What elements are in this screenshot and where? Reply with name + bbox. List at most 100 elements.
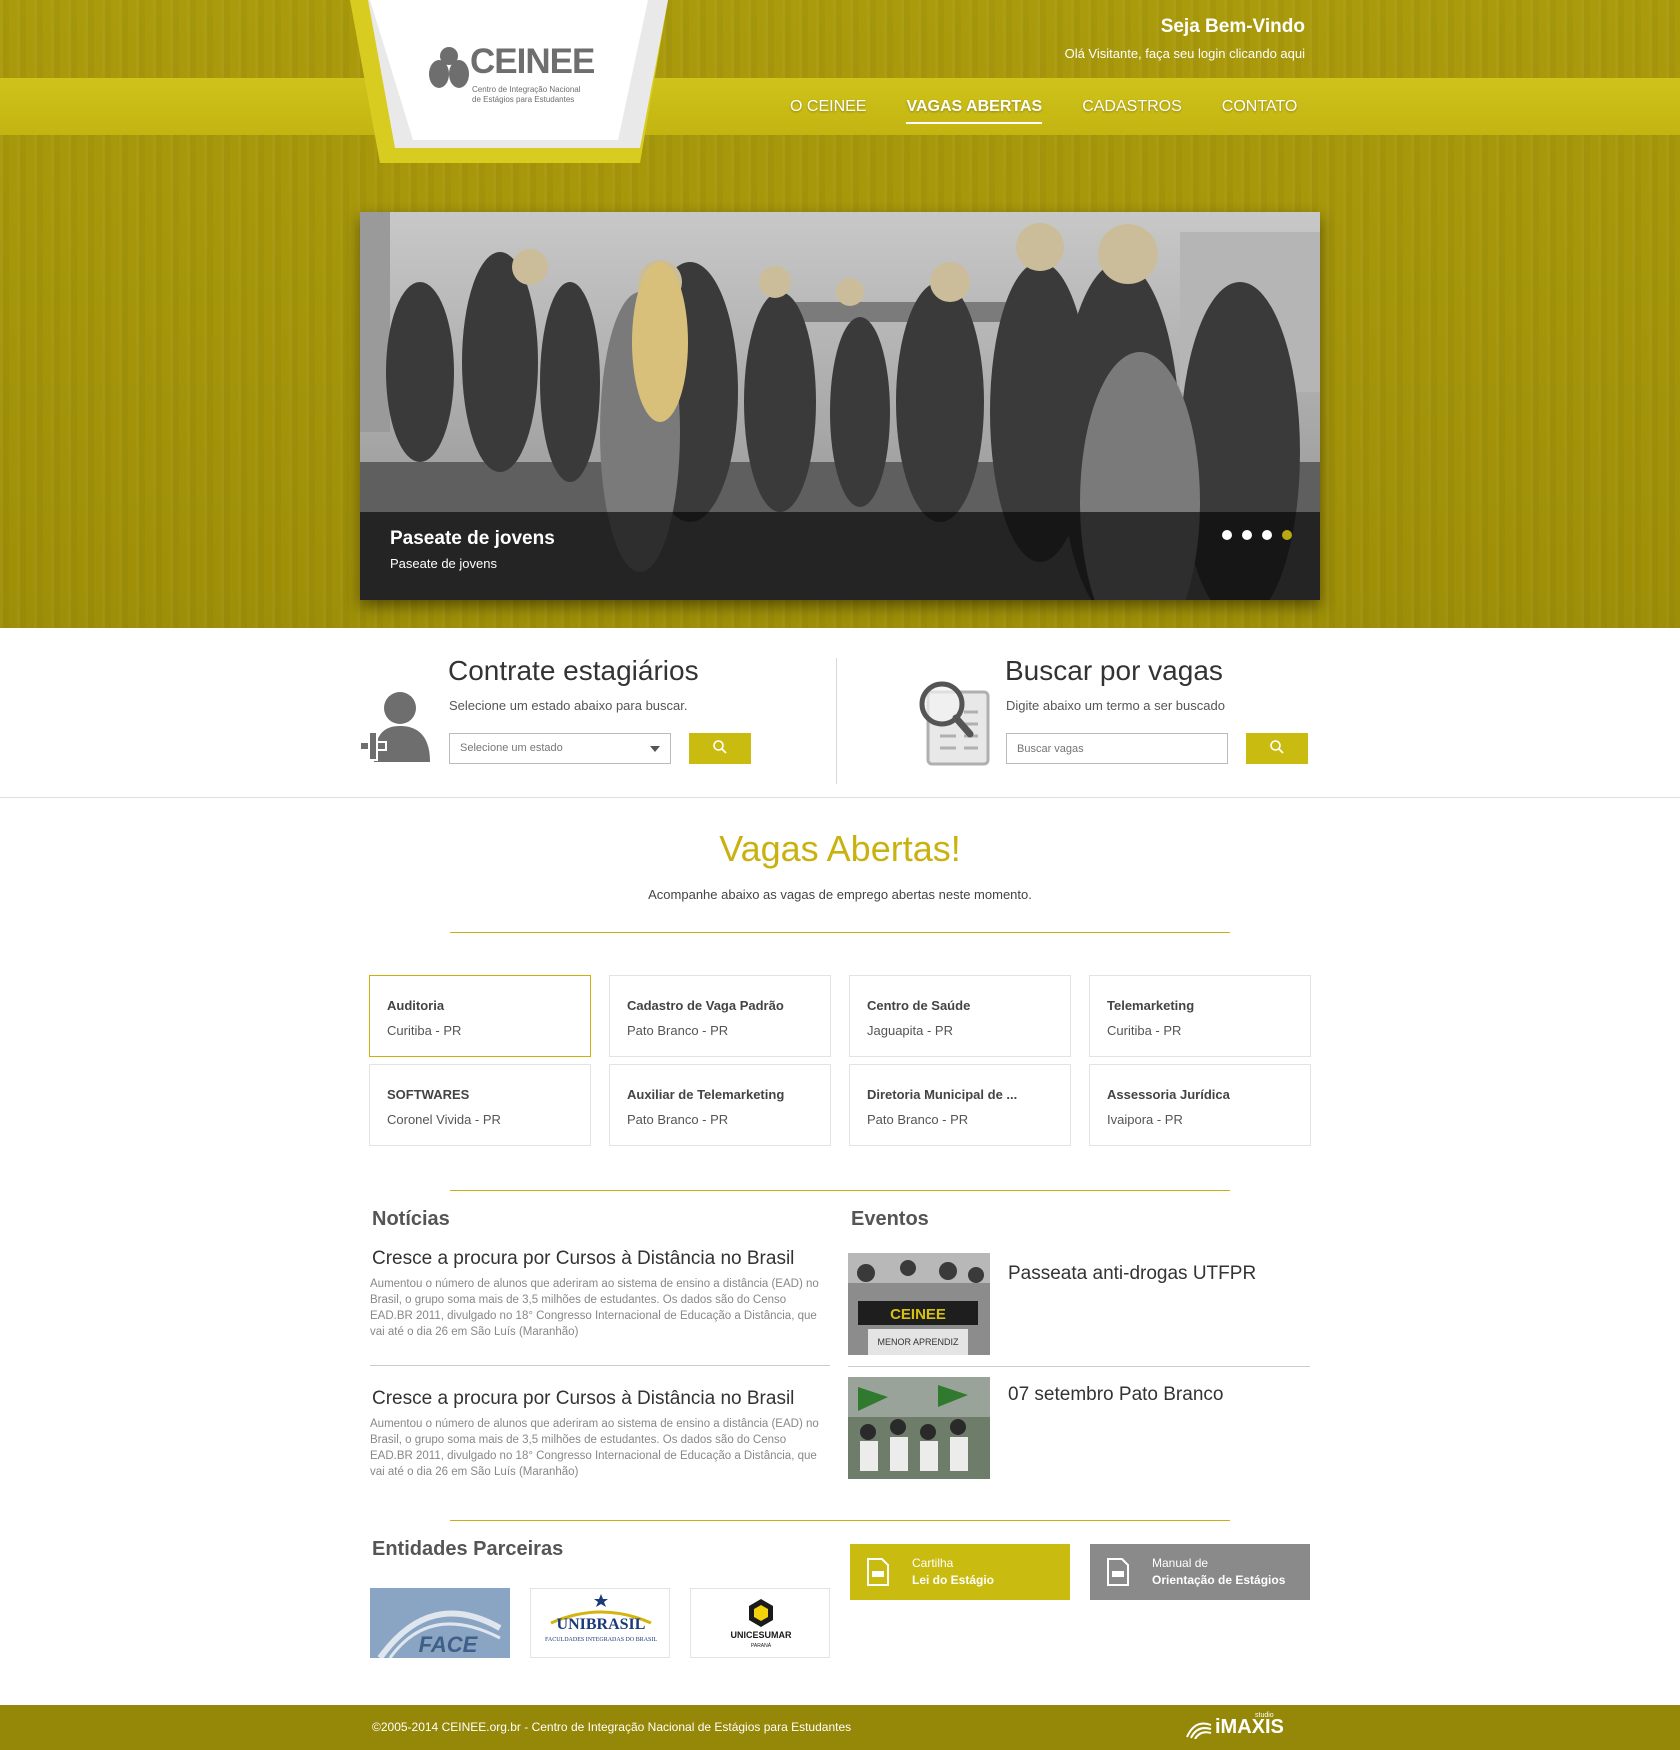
download-line1: Manual de bbox=[1152, 1556, 1209, 1570]
job-card[interactable]: Auditoria Curitiba - PR bbox=[369, 975, 591, 1057]
hire-title: Contrate estagiários bbox=[448, 655, 699, 686]
job-card[interactable]: Centro de Saúde Jaguapita - PR bbox=[849, 975, 1071, 1057]
hire-subtitle: Selecione um estado abaixo para buscar. bbox=[449, 698, 688, 713]
imaxis-name: iMAXIS bbox=[1215, 1716, 1284, 1738]
jobs-search-button[interactable] bbox=[1246, 733, 1308, 764]
download-line1: Cartilha bbox=[912, 1556, 954, 1570]
job-title: SOFTWARES bbox=[387, 1087, 470, 1102]
pdf-document-icon bbox=[867, 1558, 889, 1586]
event-thumbnail[interactable] bbox=[848, 1377, 990, 1479]
slider-dot-2[interactable] bbox=[1242, 530, 1252, 540]
slider-dot-3[interactable] bbox=[1262, 530, 1272, 540]
job-card[interactable]: Telemarketing Curitiba - PR bbox=[1089, 975, 1311, 1057]
search-band: Contrate estagiários Selecione um estado… bbox=[0, 628, 1680, 798]
partner-logo-subtext: FACULDADES INTEGRADAS DO BRASIL bbox=[545, 1637, 657, 1643]
partner-logo-text: UNICESUMAR bbox=[730, 1630, 792, 1640]
state-select[interactable]: Selecione um estado bbox=[449, 733, 671, 764]
search-icon bbox=[1270, 740, 1284, 754]
divider bbox=[450, 932, 1230, 933]
slide-caption: Paseate de jovens Paseate de jovens bbox=[360, 512, 1320, 600]
job-title: Telemarketing bbox=[1107, 998, 1195, 1013]
logo-text: CEINEE bbox=[470, 42, 595, 81]
event-sign-text: MENOR APRENDIZ bbox=[877, 1337, 959, 1347]
event-separator bbox=[848, 1366, 1310, 1367]
image-slider[interactable]: Paseate de jovens Paseate de jovens bbox=[360, 212, 1320, 600]
partner-logo-unicesumar[interactable]: UNICESUMAR PARANÁ bbox=[690, 1588, 830, 1658]
job-location: Pato Branco - PR bbox=[627, 1023, 729, 1038]
slide-caption-subtitle: Paseate de jovens bbox=[390, 556, 497, 571]
slide-caption-title: Paseate de jovens bbox=[390, 528, 555, 549]
download-manual-button[interactable]: Manual de Orientação de Estágios bbox=[1090, 1544, 1310, 1600]
nav-item-vagas-abertas[interactable]: VAGAS ABERTAS bbox=[906, 98, 1043, 124]
welcome-title: Seja Bem-Vindo bbox=[1160, 16, 1305, 37]
search-divider bbox=[836, 658, 837, 784]
news-title[interactable]: Cresce a procura por Cursos à Distância … bbox=[372, 1248, 794, 1270]
job-title: Assessoria Jurídica bbox=[1107, 1087, 1230, 1102]
vagas-subtitle: Acompanhe abaixo as vagas de emprego abe… bbox=[648, 887, 1032, 902]
job-title: Centro de Saúde bbox=[867, 998, 971, 1013]
main-nav: O CEINEE VAGAS ABERTAS CADASTROS CONTATO bbox=[790, 98, 1337, 124]
footer-copyright: ©2005-2014 CEINEE.org.br - Centro de Int… bbox=[372, 1720, 852, 1734]
unicesumar-logo-icon: UNICESUMAR PARANÁ bbox=[730, 1599, 792, 1649]
job-location: Curitiba - PR bbox=[387, 1023, 462, 1038]
slider-dots bbox=[1222, 530, 1292, 540]
welcome-box: Seja Bem-Vindo Olá Visitante, faça seu l… bbox=[1065, 16, 1305, 61]
jobs-subtitle: Digite abaixo um termo a ser buscado bbox=[1006, 698, 1225, 713]
partner-logo-unibrasil[interactable]: UNIBRASIL FACULDADES INTEGRADAS DO BRASI… bbox=[530, 1588, 670, 1658]
job-card[interactable]: SOFTWARES Coronel Vivida - PR bbox=[369, 1064, 591, 1146]
nav-item-cadastros[interactable]: CADASTROS bbox=[1082, 98, 1182, 124]
partner-logo-face[interactable]: FACE bbox=[370, 1588, 510, 1658]
login-link[interactable]: Olá Visitante, faça seu login clicando a… bbox=[1065, 46, 1305, 61]
face-logo-icon: FACE bbox=[377, 1610, 502, 1658]
vagas-title: Vagas Abertas! bbox=[719, 828, 961, 869]
job-title: Auxiliar de Telemarketing bbox=[627, 1087, 785, 1102]
news-title[interactable]: Cresce a procura por Cursos à Distância … bbox=[372, 1388, 794, 1410]
state-select-value: Selecione um estado bbox=[460, 742, 563, 754]
job-location: Pato Branco - PR bbox=[867, 1112, 969, 1127]
imaxis-logo-icon bbox=[1186, 1722, 1212, 1739]
event-thumbnail[interactable]: CEINEE MENOR APRENDIZ bbox=[848, 1253, 990, 1355]
nav-item-contato[interactable]: CONTATO bbox=[1222, 98, 1298, 124]
job-card[interactable]: Cadastro de Vaga Padrão Pato Branco - PR bbox=[609, 975, 831, 1057]
event-photo bbox=[848, 1377, 990, 1479]
event-photo: CEINEE MENOR APRENDIZ bbox=[848, 1253, 990, 1355]
job-location: Pato Branco - PR bbox=[627, 1112, 729, 1127]
news-heading: Notícias bbox=[372, 1208, 450, 1230]
event-title[interactable]: Passeata anti-drogas UTFPR bbox=[1008, 1263, 1256, 1285]
job-title: Diretoria Municipal de ... bbox=[867, 1087, 1018, 1102]
partner-logo-text: UNIBRASIL bbox=[557, 1616, 646, 1633]
header-hero: CEINEE Centro de Integração Nacional de … bbox=[0, 0, 1680, 628]
jobs-title: Buscar por vagas bbox=[1005, 655, 1223, 686]
imaxis-small: studio bbox=[1255, 1712, 1274, 1719]
job-card[interactable]: Diretoria Municipal de ... Pato Branco -… bbox=[849, 1064, 1071, 1146]
pdf-document-icon bbox=[1107, 1558, 1129, 1586]
logo[interactable]: CEINEE Centro de Integração Nacional de … bbox=[350, 0, 668, 165]
imaxis-credit-link[interactable]: studio iMAXIS bbox=[1215, 1712, 1284, 1739]
partner-logo-text: FACE bbox=[419, 1632, 479, 1657]
events-heading: Eventos bbox=[851, 1208, 929, 1230]
chevron-down-icon bbox=[650, 746, 660, 752]
footer: ©2005-2014 CEINEE.org.br - Centro de Int… bbox=[0, 1705, 1680, 1750]
logo-subtitle: Centro de Integração Nacional de Estágio… bbox=[472, 85, 581, 104]
partners-heading: Entidades Parceiras bbox=[372, 1538, 564, 1560]
job-card[interactable]: Auxiliar de Telemarketing Pato Branco - … bbox=[609, 1064, 831, 1146]
job-title: Cadastro de Vaga Padrão bbox=[627, 998, 784, 1013]
slider-dot-1[interactable] bbox=[1222, 530, 1232, 540]
download-line2: Lei do Estágio bbox=[912, 1573, 995, 1587]
event-banner-text: CEINEE bbox=[890, 1306, 946, 1323]
person-add-icon bbox=[360, 692, 430, 762]
job-card[interactable]: Assessoria Jurídica Ivaipora - PR bbox=[1089, 1064, 1311, 1146]
download-lei-estagio-button[interactable]: Cartilha Lei do Estágio bbox=[850, 1544, 1070, 1600]
nav-item-o-ceinee[interactable]: O CEINEE bbox=[790, 98, 866, 124]
divider bbox=[450, 1190, 1230, 1191]
divider bbox=[450, 1520, 1230, 1521]
slider-dot-4[interactable] bbox=[1282, 530, 1292, 540]
job-title: Auditoria bbox=[387, 998, 445, 1013]
job-location: Ivaipora - PR bbox=[1107, 1112, 1183, 1127]
news-body: Aumentou o número de alunos que aderiram… bbox=[370, 1418, 819, 1478]
page: CEINEE Centro de Integração Nacional de … bbox=[0, 0, 1680, 1750]
event-title[interactable]: 07 setembro Pato Branco bbox=[1008, 1384, 1223, 1406]
jobs-search-input[interactable] bbox=[1006, 733, 1228, 764]
hire-search-button[interactable] bbox=[689, 733, 751, 764]
news-separator bbox=[370, 1365, 830, 1366]
